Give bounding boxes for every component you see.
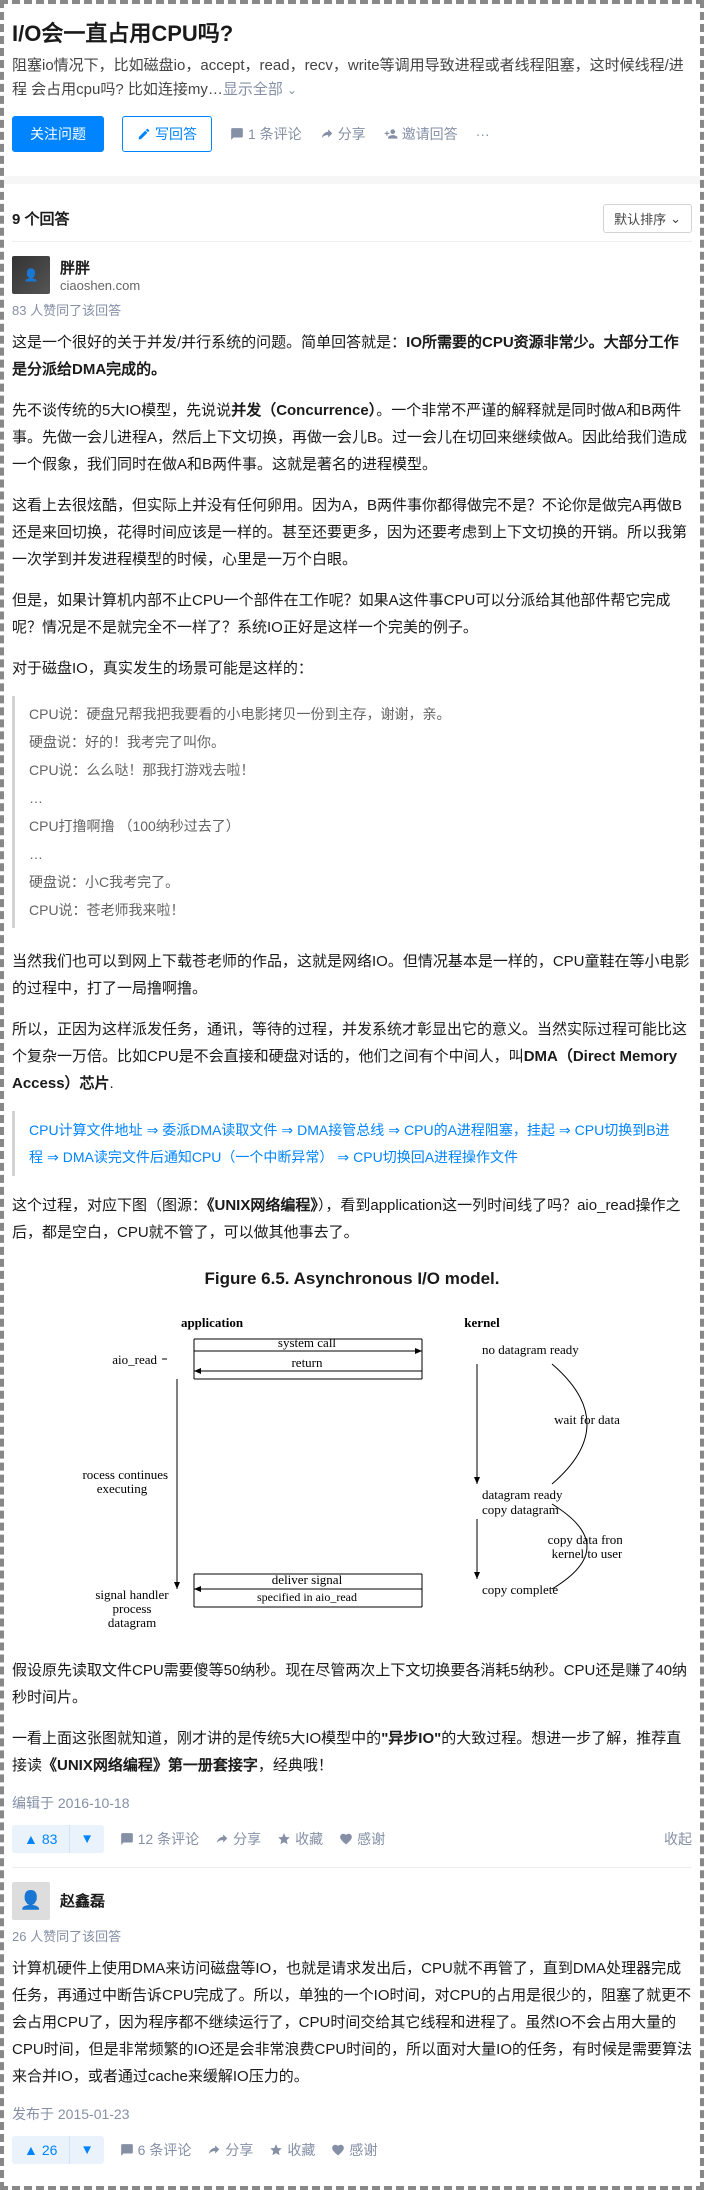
favorite-link[interactable]: 收藏 [277, 1829, 323, 1849]
question-body: 阻塞io情况下，比如磁盘io，accept，read，recv，write等调用… [12, 54, 692, 102]
answer-item: 👤 胖胖 ciaoshen.com 83 人赞同了该回答 这是一个很好的关于并发… [12, 241, 692, 1867]
share-link[interactable]: 分享 [215, 1829, 261, 1849]
comments-link[interactable]: 1 条评论 [230, 124, 302, 144]
share-icon [320, 127, 334, 141]
answer-content: 计算机硬件上使用DMA来访问磁盘等IO，也就是请求发出后，CPU就不再管了，直到… [12, 1955, 692, 2090]
svg-text:aio_read: aio_read [112, 1352, 157, 1367]
downvote-button[interactable]: ▼ [69, 2136, 103, 2164]
svg-text:specified in aio_read: specified in aio_read [257, 1590, 357, 1604]
thanks-link[interactable]: 感谢 [339, 1829, 385, 1849]
publish-time: 发布于 2015-01-23 [12, 2104, 692, 2124]
comment-icon [230, 127, 244, 141]
star-icon [269, 2143, 283, 2157]
async-io-diagram: Figure 6.5. Asynchronous I/O model. appl… [12, 1264, 692, 1639]
svg-text:application: application [181, 1315, 244, 1330]
share-link[interactable]: 分享 [320, 124, 366, 144]
avatar[interactable]: 👤 [12, 1882, 50, 1920]
thanks-link[interactable]: 感谢 [331, 2140, 377, 2160]
comment-icon [120, 2143, 134, 2157]
invite-link[interactable]: 邀请回答 [384, 124, 458, 144]
heart-icon [331, 2143, 345, 2157]
pencil-icon [137, 127, 151, 141]
downvote-button[interactable]: ▼ [69, 1825, 103, 1853]
upvote-button[interactable]: ▲ 26 [12, 2136, 69, 2164]
chevron-down-icon: ⌄ [287, 83, 297, 97]
author-name[interactable]: 胖胖 [60, 257, 140, 278]
comment-icon [120, 1832, 134, 1846]
answers-count: 9 个回答 [12, 208, 70, 229]
show-all-link[interactable]: 显示全部 [223, 81, 283, 98]
svg-text:datagram ready: datagram ready [482, 1487, 563, 1502]
share-link[interactable]: 分享 [207, 2140, 253, 2160]
write-answer-button[interactable]: 写回答 [122, 116, 212, 152]
answer-content: 这是一个很好的关于并发/并行系统的问题。简单回答就是：IO所需要的CPU资源非常… [12, 329, 692, 1779]
flow-block: CPU计算文件地址⇒委派DMA读取文件⇒DMA接管总线⇒CPU的A进程阻塞，挂起… [12, 1111, 692, 1176]
svg-text:return: return [291, 1355, 323, 1370]
share-icon [207, 2143, 221, 2157]
sort-button[interactable]: 默认排序⌄ [603, 204, 692, 233]
collapse-link[interactable]: 收起 [664, 1829, 692, 1849]
svg-text:system call: system call [278, 1335, 337, 1350]
svg-text:copy complete: copy complete [482, 1582, 558, 1597]
answer-item: 👤 赵鑫磊 26 人赞同了该回答 计算机硬件上使用DMA来访问磁盘等IO，也就是… [12, 1867, 692, 2178]
edit-time: 编辑于 2016-10-18 [12, 1793, 692, 1813]
follow-button[interactable]: 关注问题 [12, 116, 104, 152]
svg-text:signal handlerprocessdatagram: signal handlerprocessdatagram [95, 1587, 169, 1630]
share-icon [215, 1832, 229, 1846]
chevron-down-icon: ⌄ [670, 211, 681, 227]
star-icon [277, 1832, 291, 1846]
heart-icon [339, 1832, 353, 1846]
upvote-button[interactable]: ▲ 83 [12, 1825, 69, 1853]
author-bio: ciaoshen.com [60, 278, 140, 293]
comments-link[interactable]: 6 条评论 [120, 2140, 192, 2160]
question-title: I/O会一直占用CPU吗? [12, 16, 692, 48]
svg-text:no datagram ready: no datagram ready [482, 1342, 579, 1357]
more-link[interactable]: ··· [476, 126, 490, 142]
dialogue-block: CPU说：硬盘兄帮我把我要看的小电影拷贝一份到主存，谢谢，亲。硬盘说：好的！我考… [12, 696, 692, 928]
likes-count[interactable]: 83 人赞同了该回答 [12, 300, 692, 319]
favorite-link[interactable]: 收藏 [269, 2140, 315, 2160]
invite-icon [384, 127, 398, 141]
avatar[interactable]: 👤 [12, 256, 50, 294]
svg-text:copy datagram: copy datagram [482, 1502, 559, 1517]
svg-text:kernel: kernel [464, 1315, 500, 1330]
section-divider [4, 176, 700, 184]
likes-count[interactable]: 26 人赞同了该回答 [12, 1926, 692, 1945]
author-name[interactable]: 赵鑫磊 [60, 1890, 105, 1911]
svg-text:process continuesexecuting: process continuesexecuting [82, 1467, 168, 1496]
comments-link[interactable]: 12 条评论 [120, 1829, 199, 1849]
